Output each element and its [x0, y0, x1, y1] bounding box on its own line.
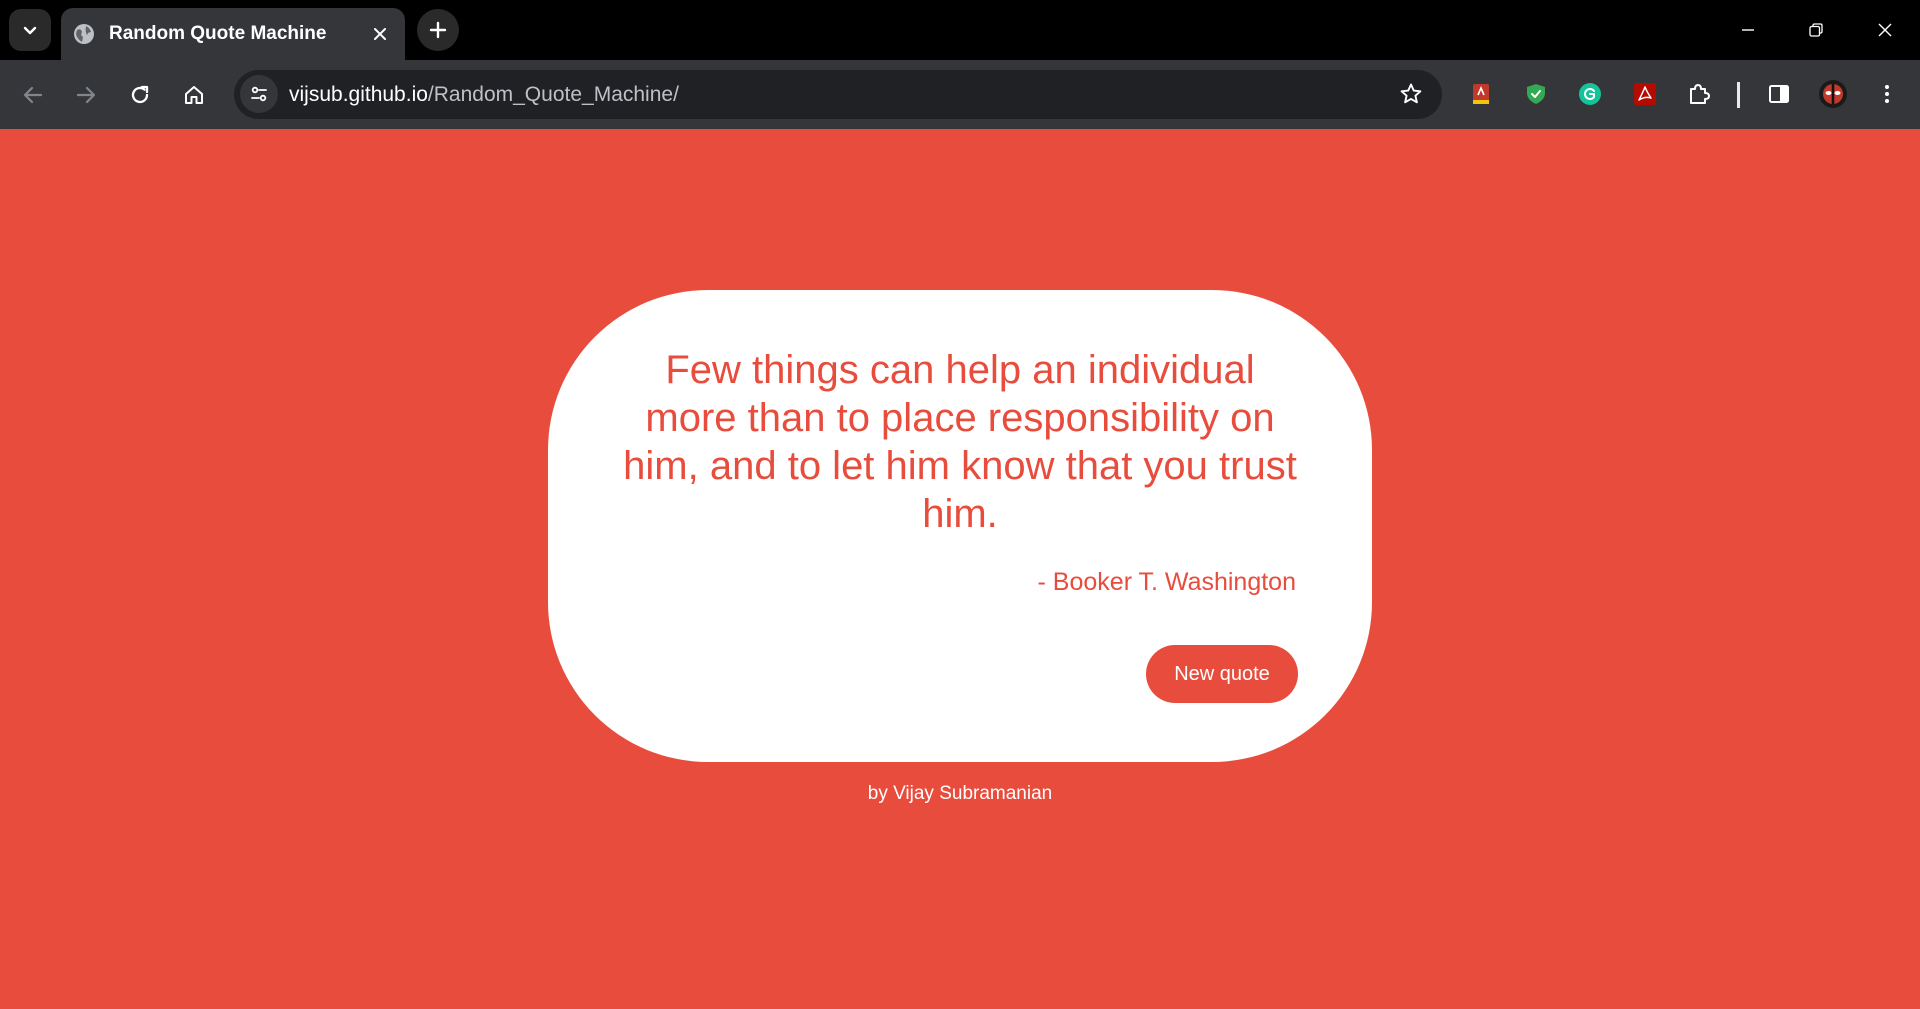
extensions-button[interactable]: [1682, 77, 1716, 111]
browser-menu-button[interactable]: [1870, 77, 1904, 111]
side-panel-button[interactable]: [1762, 77, 1796, 111]
browser-toolbar: vijsub.github.io/Random_Quote_Machine/: [0, 60, 1920, 129]
reload-icon: [131, 85, 149, 104]
reload-button[interactable]: [120, 75, 160, 115]
address-bar[interactable]: vijsub.github.io/Random_Quote_Machine/: [234, 70, 1442, 119]
plus-icon: [429, 21, 447, 39]
grammarly-extension-button[interactable]: [1573, 77, 1607, 111]
site-info-button[interactable]: [240, 75, 278, 113]
close-icon: [1878, 23, 1892, 37]
globe-icon: [73, 23, 95, 45]
bookmark-button[interactable]: [1392, 75, 1430, 113]
green-shield-extension-button[interactable]: [1519, 77, 1553, 111]
avatar-icon: [1819, 80, 1847, 108]
side-panel-icon: [1769, 85, 1789, 103]
arrow-left-icon: [23, 86, 43, 104]
tab-title: Random Quote Machine: [109, 23, 327, 44]
puzzle-icon: [1690, 84, 1710, 104]
home-button[interactable]: [174, 75, 214, 115]
page-background: Few things can help an individual more t…: [0, 129, 1920, 1009]
author-credit: by Vijay Subramanian: [867, 783, 1053, 804]
quote-box: Few things can help an individual more t…: [548, 290, 1372, 762]
tab-random-quote-machine[interactable]: Random Quote Machine: [61, 8, 405, 60]
browser-titlebar: Random Quote Machine: [0, 0, 1920, 60]
acrobat-extension-button[interactable]: [1628, 77, 1662, 111]
home-icon: [185, 86, 203, 104]
close-icon[interactable]: [367, 21, 393, 47]
chevron-down-icon: [23, 26, 37, 35]
green-shield-extension-icon: [1527, 84, 1545, 104]
quote-text: Few things can help an individual more t…: [623, 348, 1297, 536]
quote-author: - Booker T. Washington: [1037, 568, 1296, 596]
toolbar-divider: [1737, 82, 1740, 108]
tune-icon: [251, 86, 267, 102]
grammarly-extension-icon: [1579, 83, 1601, 105]
url-text[interactable]: vijsub.github.io/Random_Quote_Machine/: [289, 70, 679, 119]
tab-search-button[interactable]: [9, 9, 51, 51]
restore-button[interactable]: [1796, 10, 1836, 50]
profile-button[interactable]: [1816, 77, 1850, 111]
red-book-extension-button[interactable]: [1464, 77, 1498, 111]
arrow-right-icon: [76, 86, 96, 104]
restore-icon: [1809, 23, 1823, 37]
back-button[interactable]: [13, 75, 53, 115]
red-book-extension-icon: [1473, 84, 1489, 104]
acrobat-extension-icon: [1634, 83, 1656, 105]
url-host: vijsub.github.io: [289, 83, 428, 106]
close-window-button[interactable]: [1865, 10, 1905, 50]
minimize-icon: [1742, 29, 1754, 31]
star-icon: [1400, 83, 1422, 104]
url-path: /Random_Quote_Machine/: [427, 83, 679, 106]
kebab-menu-icon: [1885, 85, 1889, 103]
forward-button[interactable]: [66, 75, 106, 115]
minimize-button[interactable]: [1728, 10, 1768, 50]
new-tab-button[interactable]: [417, 9, 459, 51]
new-quote-button[interactable]: New quote: [1146, 645, 1298, 703]
